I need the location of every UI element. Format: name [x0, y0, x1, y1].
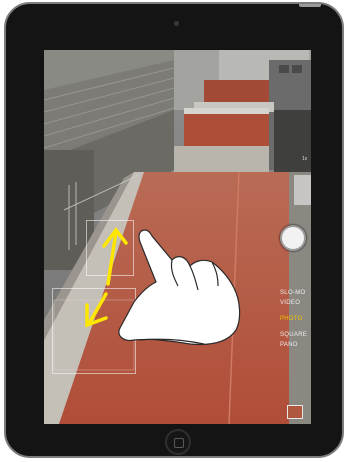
camera-viewfinder[interactable]: 1x SLO-MO VIDEO PHOTO SQUARE PANO — [44, 50, 311, 424]
mode-square[interactable]: SQUARE — [280, 332, 307, 339]
ipad-device: 1x SLO-MO VIDEO PHOTO SQUARE PANO — [4, 2, 344, 458]
shutter-button[interactable] — [280, 225, 306, 251]
home-button[interactable] — [165, 429, 191, 455]
sleep-wake-button[interactable] — [299, 4, 321, 7]
mode-slo-mo[interactable]: SLO-MO — [280, 290, 305, 297]
hand-pointer-icon — [118, 229, 241, 346]
mode-video[interactable]: VIDEO — [280, 300, 300, 307]
photo-thumbnail[interactable] — [287, 405, 303, 419]
front-camera-icon — [174, 21, 179, 26]
double-arrow-icon — [85, 227, 128, 328]
mode-photo[interactable]: PHOTO — [280, 316, 303, 323]
mode-pano[interactable]: PANO — [280, 342, 298, 349]
pinch-gesture-overlay — [85, 227, 241, 346]
zoom-indicator[interactable]: 1x — [302, 156, 310, 162]
